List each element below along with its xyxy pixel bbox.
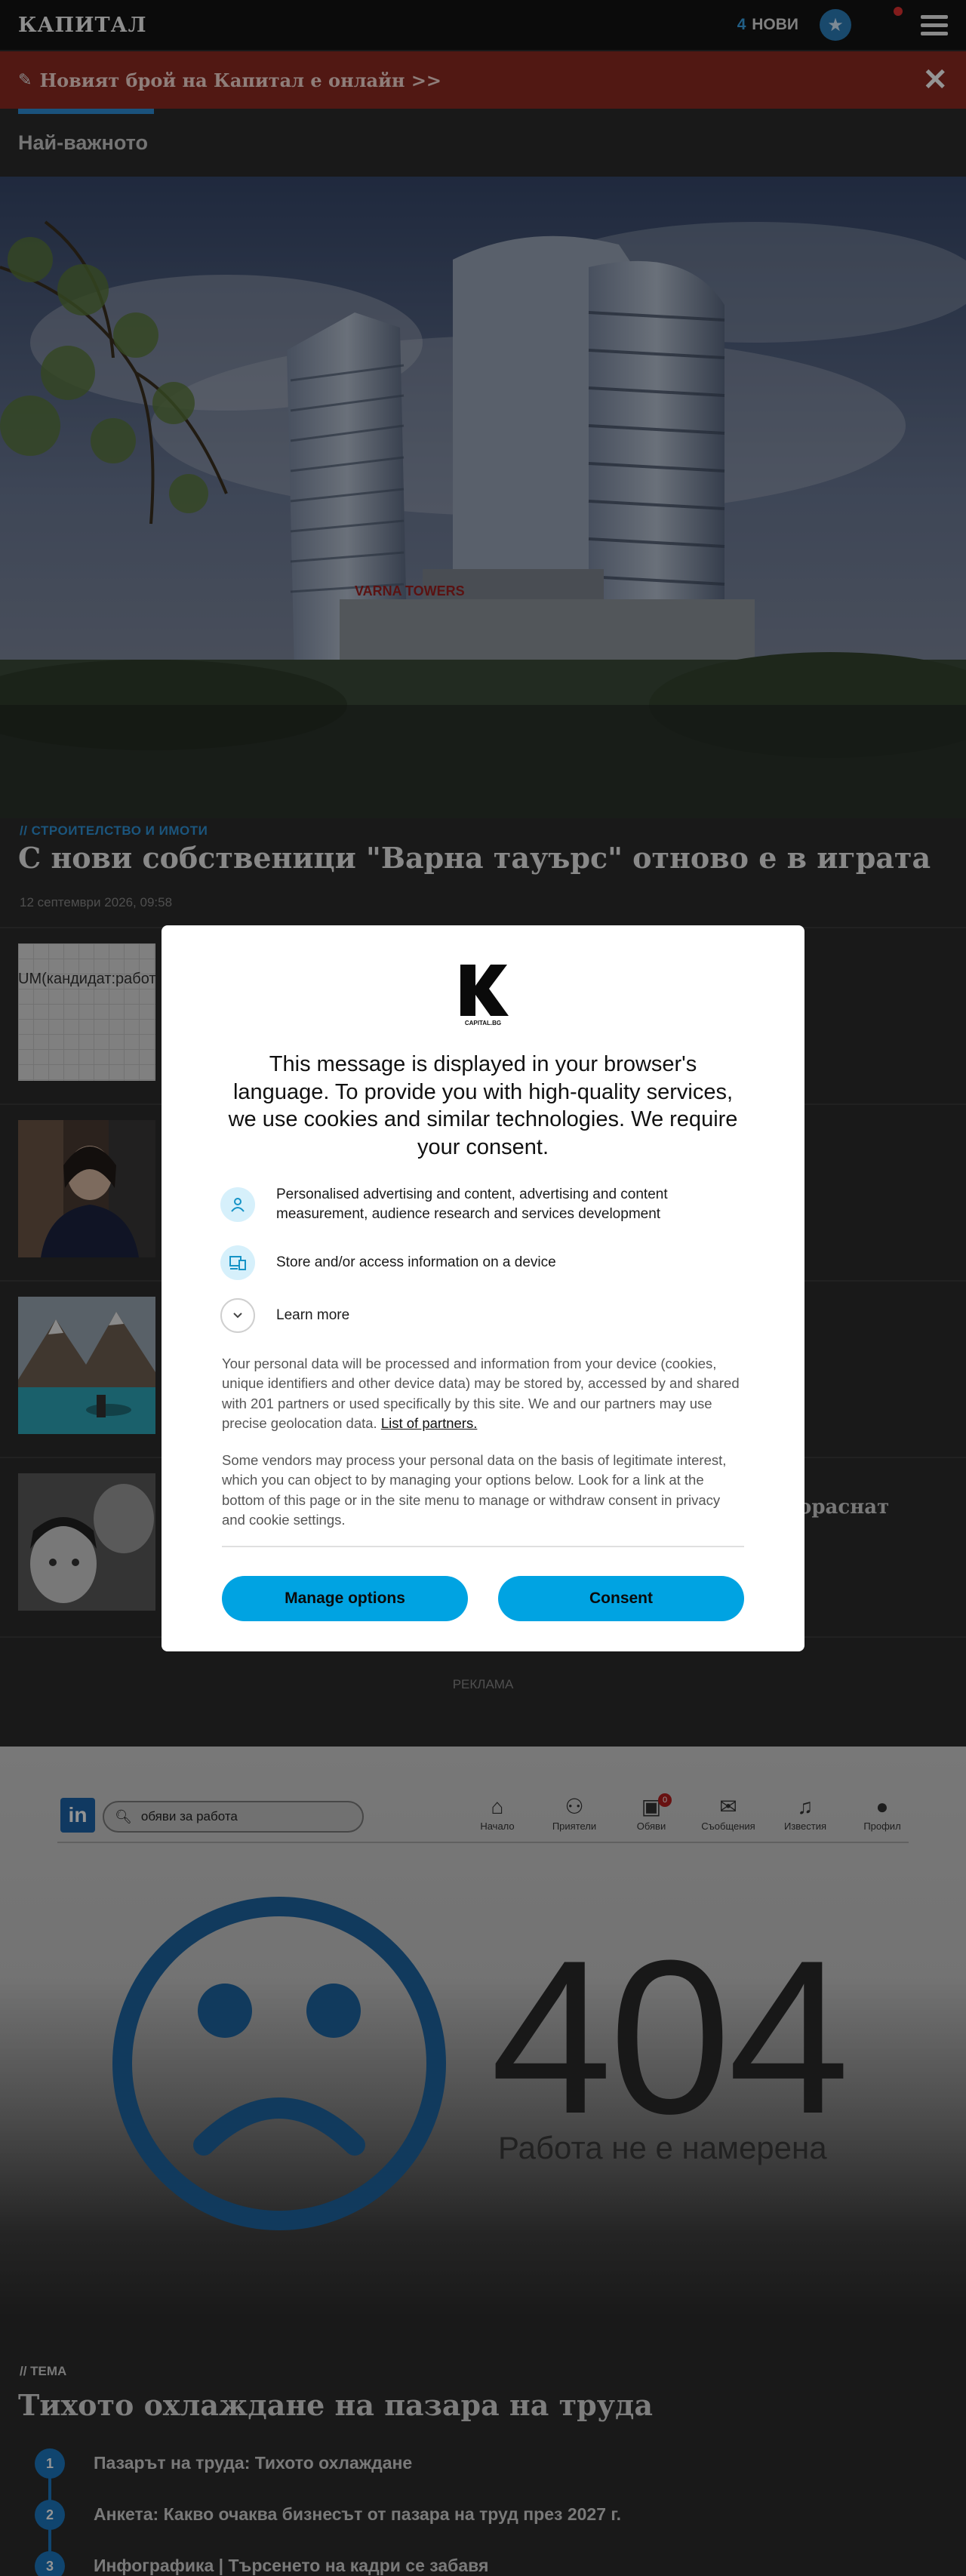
close-icon[interactable]: ✕ bbox=[922, 65, 948, 95]
search-icon: 🔍︎ bbox=[115, 1808, 132, 1824]
new-label: НОВИ bbox=[752, 16, 798, 33]
divider bbox=[222, 1546, 744, 1547]
ad-search-text: обяви за работа bbox=[140, 1809, 238, 1824]
ad-nav-item: ▣ 0 Обяви bbox=[613, 1793, 690, 1832]
ad-badge: 0 bbox=[658, 1793, 672, 1807]
consent-paragraph-2: Some vendors may process your personal d… bbox=[222, 1452, 727, 1528]
article-thumbnail[interactable] bbox=[18, 1120, 155, 1257]
purpose-text: Personalised advertising and content, ad… bbox=[276, 1186, 668, 1223]
partners-link[interactable]: List of partners. bbox=[381, 1415, 478, 1431]
consent-paragraph: Your personal data will be processed and… bbox=[222, 1354, 747, 1433]
advert-image[interactable]: in 🔍︎ обяви за работа ⌂ Начало ⚇ Приятели ▣… bbox=[0, 1747, 966, 2320]
svg-text:CAPITAL.BG: CAPITAL.BG bbox=[465, 1020, 501, 1026]
ad-nav-label: Приятели bbox=[552, 1820, 597, 1832]
tema-item-title[interactable]: Пазарът на труда: Тихото охлаждане bbox=[94, 2453, 412, 2473]
devices-icon bbox=[220, 1245, 255, 1280]
article-thumbnail[interactable] bbox=[18, 1297, 155, 1434]
hero-title[interactable]: С нови собственици "Варна тауърс" отново… bbox=[18, 839, 946, 876]
person-icon bbox=[220, 1187, 255, 1223]
ad-nav: ⌂ Начало ⚇ Приятели ▣ 0 Обяви ✉ Съобщения ♫ Из… bbox=[459, 1793, 921, 1832]
ad-nav-label: Обяви bbox=[636, 1820, 666, 1832]
ad-nav-label: Съобщения bbox=[701, 1820, 755, 1832]
ad-search-box: 🔍︎ обяви за работа bbox=[103, 1801, 364, 1833]
tema-item-title[interactable]: Анкета: Какво очаква бизнесът от пазара … bbox=[94, 2504, 621, 2525]
consent-paragraph-text: Your personal data will be processed and… bbox=[222, 1356, 740, 1431]
bell-icon: ♫ bbox=[797, 1795, 814, 1818]
tema-item-number: 1 bbox=[35, 2448, 65, 2479]
article-thumbnail[interactable] bbox=[18, 1473, 155, 1611]
tema-item-number: 2 bbox=[35, 2500, 65, 2530]
tema-item-title[interactable]: Инфографика | Търсенето на кадри се заба… bbox=[94, 2556, 488, 2576]
ad-nav-label: Профил bbox=[863, 1820, 901, 1832]
people-icon: ⚇ bbox=[565, 1795, 584, 1818]
ad-nav-item: ♫ Известия bbox=[767, 1793, 844, 1832]
ad-nav-item: ● Профил bbox=[844, 1793, 921, 1832]
ad-slot: РЕКЛАМА bbox=[0, 1636, 966, 1747]
consent-purpose: Store and/or access information on a dev… bbox=[220, 1245, 759, 1280]
tema-category[interactable]: // ТЕМА bbox=[20, 2364, 66, 2379]
banner-text[interactable]: Новият брой на Капитал е онлайн >> bbox=[39, 69, 441, 91]
promo-banner[interactable]: ✎ Новият брой на Капитал е онлайн >> ✕ bbox=[0, 51, 966, 109]
sad-face-icon bbox=[112, 1897, 446, 2230]
hero-category[interactable]: // СТРОИТЕЛСТВО И ИМОТИ bbox=[20, 823, 208, 839]
briefcase-icon: ▣ bbox=[641, 1795, 662, 1818]
manage-options-button[interactable]: Manage options bbox=[222, 1576, 468, 1621]
learn-more-toggle[interactable]: Learn more bbox=[220, 1298, 759, 1333]
consent-heading: This message is displayed in your browse… bbox=[228, 1052, 738, 1159]
ad-divider bbox=[57, 1842, 909, 1843]
chat-icon: ✉ bbox=[719, 1795, 737, 1818]
ad-nav-item: ⚇ Приятели bbox=[536, 1793, 613, 1832]
menu-icon[interactable] bbox=[921, 11, 948, 40]
tema-item-number: 3 bbox=[35, 2551, 65, 2576]
chevron-down-icon[interactable] bbox=[220, 1298, 255, 1333]
building-sign: VARNA TOWERS bbox=[355, 583, 465, 599]
hero-date: 12 септември 2026, 09:58 bbox=[20, 895, 173, 909]
consent-purpose: Personalised advertising and content, ad… bbox=[220, 1185, 759, 1224]
profile-icon: ● bbox=[875, 1795, 889, 1818]
purpose-text: Store and/or access information on a dev… bbox=[276, 1254, 556, 1270]
hero-image[interactable]: VARNA TOWERS bbox=[0, 177, 966, 818]
capital-logo: CAPITAL.BG bbox=[460, 965, 509, 1026]
pin-icon: ✎ bbox=[18, 70, 32, 89]
home-icon: ⌂ bbox=[491, 1795, 504, 1818]
ad-nav-item: ✉ Съобщения bbox=[690, 1793, 767, 1832]
header-actions: 4 НОВИ ★ bbox=[737, 7, 948, 41]
star-icon[interactable]: ★ bbox=[820, 9, 851, 41]
error-code: 404 bbox=[491, 1915, 850, 2159]
consent-button[interactable]: Consent bbox=[498, 1576, 744, 1621]
notification-dot bbox=[894, 7, 903, 16]
tema-title[interactable]: Тихото охлаждане на пазара на труда bbox=[18, 2388, 653, 2422]
error-message: Работа не е намерена bbox=[498, 2130, 827, 2165]
learn-more-label[interactable]: Learn more bbox=[276, 1306, 759, 1325]
ad-nav-label: Начало bbox=[480, 1820, 515, 1832]
ad-label: РЕКЛАМА bbox=[452, 1677, 514, 1691]
section-title: Най-важното bbox=[18, 131, 148, 154]
new-count: 4 bbox=[737, 16, 746, 33]
ad-nav-item: ⌂ Начало bbox=[459, 1793, 536, 1832]
article-title[interactable]: орасн­ат bbox=[798, 1496, 889, 1519]
linkedin-logo-icon: in bbox=[60, 1798, 95, 1833]
thumbnail-text: UM(кандидат:работ bbox=[18, 971, 155, 987]
article-thumbnail[interactable]: UM(кандидат:работ bbox=[18, 943, 155, 1081]
site-logo[interactable]: КАПИТАЛ bbox=[18, 14, 147, 37]
active-tab-indicator bbox=[18, 109, 154, 114]
new-articles-counter[interactable]: 4 НОВИ bbox=[737, 16, 798, 34]
site-header: КАПИТАЛ 4 НОВИ ★ bbox=[0, 0, 966, 50]
consent-dialog: CAPITAL.BG This message is displayed in … bbox=[162, 925, 804, 1651]
ad-nav-label: Известия bbox=[783, 1820, 827, 1832]
